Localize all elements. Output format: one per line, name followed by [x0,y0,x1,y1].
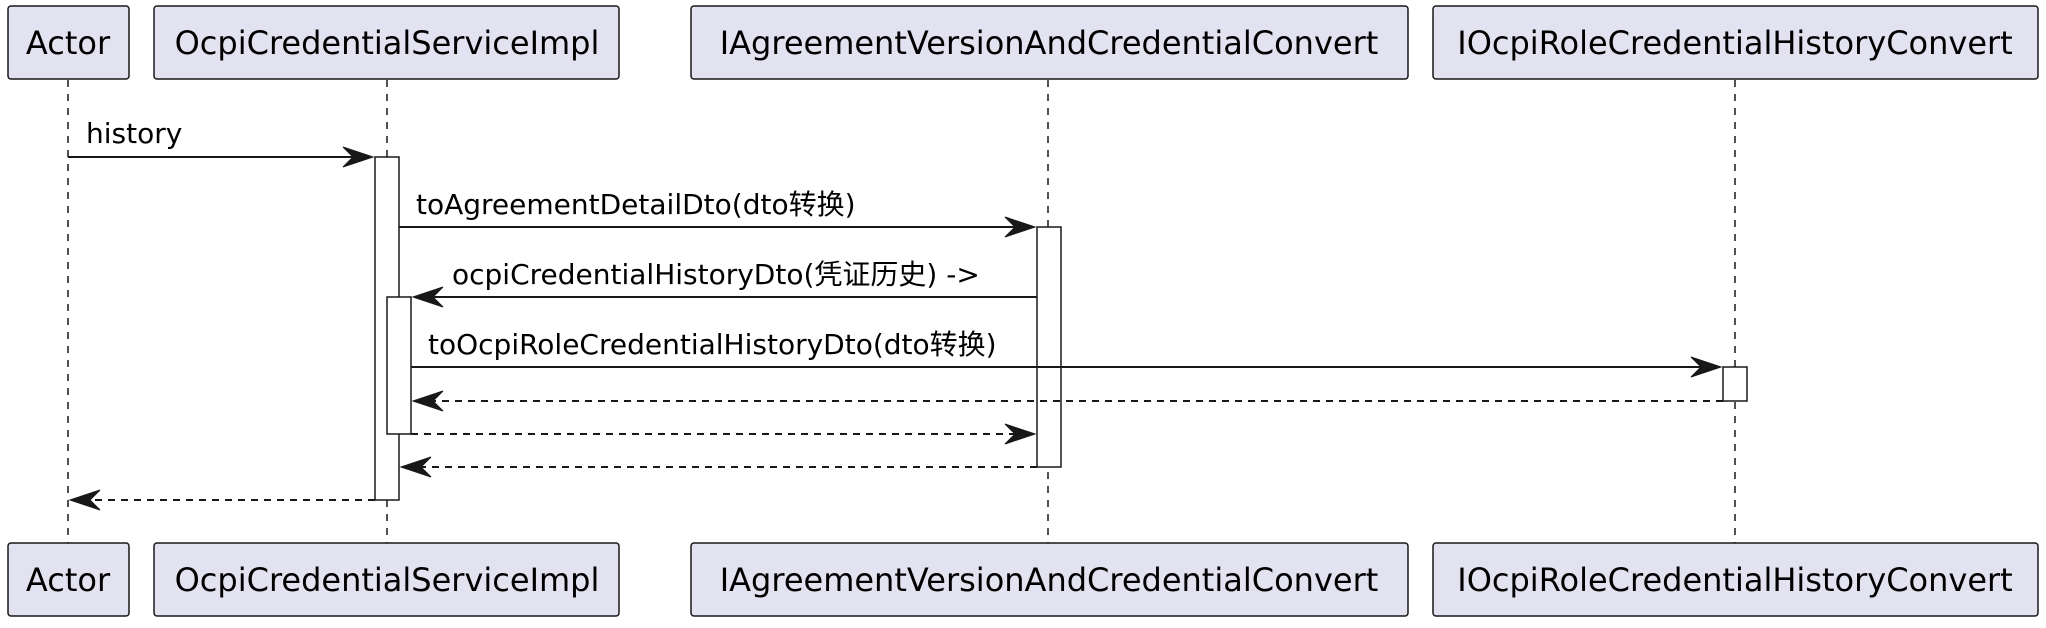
participant-label-agreement-convert-top: IAgreementVersionAndCredentialConvert [720,24,1379,62]
message-label-ocpi-credential-history-dto: ocpiCredentialHistoryDto(凭证历史) -> [452,258,980,291]
message-to-agreement-detail-dto: toAgreementDetailDto(dto转换) [399,188,1037,238]
message-history: history [68,117,375,168]
message-ocpi-credential-history-dto: ocpiCredentialHistoryDto(凭证历史) -> [411,258,1037,308]
participant-label-role-history-convert-bottom: IOcpiRoleCredentialHistoryConvert [1457,561,2012,599]
participant-label-service-top: OcpiCredentialServiceImpl [175,24,600,62]
message-label-to-ocpi-role-credential-history-dto: toOcpiRoleCredentialHistoryDto(dto转换) [428,328,997,361]
participant-actor-bottom: Actor [7,542,130,617]
participant-role-history-convert-top: IOcpiRoleCredentialHistoryConvert [1432,5,2039,80]
activation-agreement-convert [1036,226,1062,468]
participant-actor-top: Actor [7,5,130,80]
activation-role-history-convert [1722,366,1748,402]
participant-agreement-convert-bottom: IAgreementVersionAndCredentialConvert [690,542,1409,617]
participant-agreement-convert-top: IAgreementVersionAndCredentialConvert [690,5,1409,80]
sequence-diagram: Actor OcpiCredentialServiceImpl IAgreeme… [7,5,2039,617]
message-return-to-agreement-convert [411,423,1037,445]
message-label-to-agreement-detail-dto: toAgreementDetailDto(dto转换) [416,188,856,221]
participant-label-actor-bottom: Actor [26,561,111,599]
message-return-role-history-convert [411,390,1723,412]
participant-role-history-convert-bottom: IOcpiRoleCredentialHistoryConvert [1432,542,2039,617]
activation-service-inner [386,296,412,435]
participant-label-role-history-convert-top: IOcpiRoleCredentialHistoryConvert [1457,24,2012,62]
participant-label-service-bottom: OcpiCredentialServiceImpl [175,561,600,599]
message-return-to-actor [68,489,375,511]
message-return-agreement-convert [399,456,1037,478]
message-to-ocpi-role-credential-history-dto: toOcpiRoleCredentialHistoryDto(dto转换) [411,328,1723,378]
participant-service-bottom: OcpiCredentialServiceImpl [153,542,620,617]
message-label-history: history [86,117,182,150]
participant-label-actor-top: Actor [26,24,111,62]
participant-service-top: OcpiCredentialServiceImpl [153,5,620,80]
participant-label-agreement-convert-bottom: IAgreementVersionAndCredentialConvert [720,561,1379,599]
